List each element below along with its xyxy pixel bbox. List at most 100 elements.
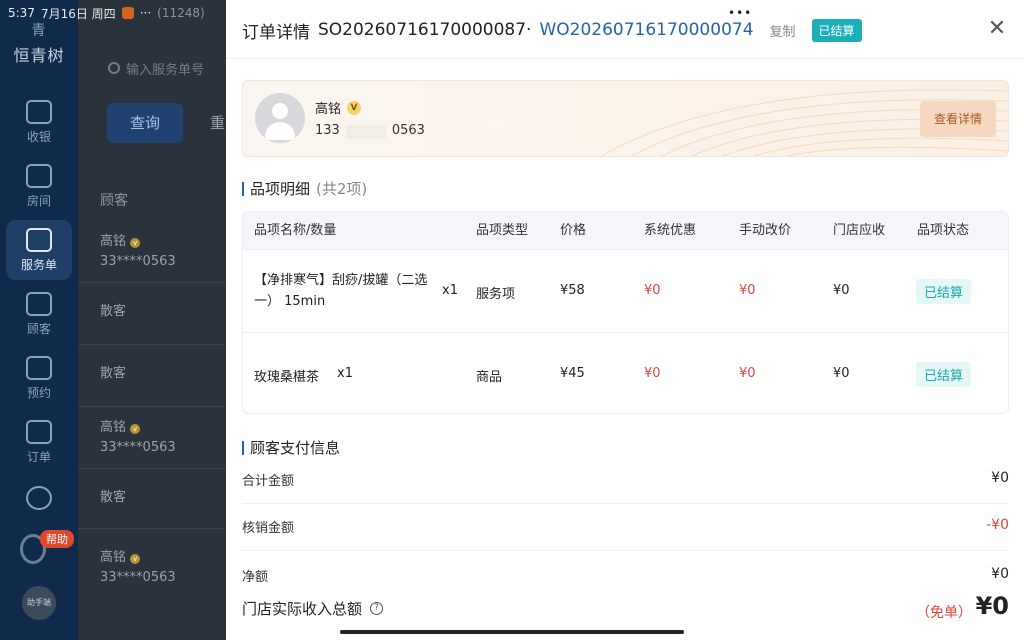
home-indicator[interactable] (340, 630, 684, 634)
calendar-icon (26, 355, 52, 380)
table-row[interactable]: 散客 (100, 302, 126, 322)
query-button[interactable]: 查询 (107, 103, 183, 143)
drawer-title: 订单详情 (242, 22, 310, 43)
item-status-badge: 已结算 (916, 362, 972, 387)
avatar-body (265, 122, 295, 140)
item-status-badge: 已结算 (916, 279, 972, 304)
wo-number-link[interactable]: WO20260716170000074 (539, 20, 753, 40)
row-phone: 33****0563 (100, 570, 176, 585)
vip-icon: v (130, 554, 141, 564)
col-header-name: 品项名称/数量 (254, 223, 337, 238)
items-section-title: 品项明细 (共2项) (242, 178, 367, 199)
total-income-text: 门店实际收入总额 (242, 600, 363, 618)
status-count: (11248) (157, 6, 205, 20)
payment-label: 核销金额 (242, 521, 295, 536)
vip-icon: v (130, 238, 141, 248)
drawer-header: 订单详情 SO20260716170000087 · WO202607161700… (242, 16, 862, 44)
avatar (255, 93, 305, 143)
avatar-head (272, 103, 288, 119)
close-icon[interactable]: ✕ (986, 18, 1008, 40)
sidebar-item-room[interactable]: 房间 (6, 156, 72, 216)
phone-prefix: 133 (315, 123, 340, 138)
row-phone: 33****0563 (100, 440, 176, 455)
row-name: 高铭 (100, 234, 127, 249)
item-type: 商品 (476, 370, 503, 385)
payment-row-writeoff: 核销金额 -¥0 (242, 505, 1009, 551)
question-icon[interactable]: ? (370, 602, 384, 615)
payment-section-title: 顾客支付信息 (242, 437, 340, 458)
item-qty: x1 (442, 283, 458, 298)
phone-mask (345, 125, 386, 139)
sidebar: 青 恒青树 收银 房间 服务单 顾客 预约 订单 帮助 助手端 (0, 0, 78, 640)
sidebar-item-appointment[interactable]: 预约 (6, 348, 72, 408)
brand-logo: 青 恒青树 (0, 20, 78, 66)
sidebar-item-staff[interactable] (6, 478, 72, 518)
row-divider (78, 282, 226, 283)
sidebar-item-service-order[interactable]: 服务单 (6, 220, 72, 280)
sidebar-item-label: 收银 (26, 129, 51, 144)
assistant-icon[interactable]: 助手端 (22, 586, 56, 620)
sidebar-item-label: 顾客 (26, 321, 51, 336)
phone-suffix: 0563 (391, 123, 425, 138)
table-header-customer: 顾客 (100, 193, 128, 209)
item-type: 服务项 (476, 287, 516, 302)
status-badge: 已结算 (811, 18, 862, 42)
items-table: 品项名称/数量 品项类型 价格 系统优惠 手动改价 门店应收 品项状态 【净排寒… (242, 211, 1009, 414)
row-name: 散客 (100, 304, 127, 319)
payment-label: 合计金额 (242, 474, 295, 489)
sidebar-item-order[interactable]: 订单 (6, 412, 72, 472)
row-divider (78, 406, 226, 407)
table-header: 品项名称/数量 品项类型 价格 系统优惠 手动改价 门店应收 品项状态 (243, 212, 1008, 249)
col-header-status: 品项状态 (917, 223, 970, 238)
total-income-label: 门店实际收入总额 ? (242, 598, 384, 619)
service-order-icon (26, 227, 52, 252)
row-name: 高铭 (100, 420, 127, 435)
row-name: 散客 (100, 366, 127, 381)
sidebar-item-customer[interactable]: 顾客 (6, 284, 72, 344)
number-separator: · (526, 20, 532, 40)
status-date: 7月16日 周四 (40, 6, 116, 21)
brand-name: 恒青树 (13, 46, 65, 65)
so-number: SO20260716170000087 (318, 20, 527, 40)
item-receivable: ¥0 (833, 283, 850, 298)
order-icon (26, 419, 52, 444)
table-row[interactable]: 散客 (100, 364, 126, 384)
customer-phone: 133 0563 (315, 123, 425, 139)
payment-value: ¥0 (991, 566, 1009, 582)
status-bar: 5:37 7月16日 周四 ··· (11248) (0, 0, 226, 26)
sidebar-item-cashier[interactable]: 收银 (6, 92, 72, 152)
cashier-icon (26, 99, 52, 124)
search-input[interactable]: 输入服务单号 (108, 50, 228, 86)
item-name: 玫瑰桑椹茶 (254, 370, 320, 385)
item-system-discount: ¥0 (644, 366, 661, 381)
item-system-discount: ¥0 (644, 283, 661, 298)
table-row[interactable]: 高铭 v 33****0563 (100, 232, 176, 272)
table-row[interactable]: 散客 (100, 488, 126, 508)
status-time: 5:37 (8, 6, 35, 20)
payment-value: ¥0 (991, 470, 1009, 486)
view-details-button[interactable]: 查看详情 (920, 101, 996, 137)
col-header-receivable: 门店应收 (833, 223, 886, 238)
sidebar-item-label: 预约 (26, 385, 51, 400)
row-divider (78, 468, 226, 469)
drawer-footer: 门店实际收入总额 ? （免单） ¥0 (226, 582, 1024, 640)
item-receivable: ¥0 (833, 366, 850, 381)
col-header-system-discount: 系统优惠 (644, 223, 697, 238)
table-row[interactable]: 高铭 v 33****0563 (100, 548, 176, 588)
table-row[interactable]: 高铭 v 33****0563 (100, 418, 176, 458)
help-badge[interactable]: 帮助 (40, 530, 74, 548)
copy-button[interactable]: 复制 (770, 21, 796, 40)
vip-icon: v (130, 424, 141, 434)
staff-icon (26, 486, 52, 510)
section-accent-bar (242, 181, 244, 196)
payment-row-total: 合计金额 ¥0 (242, 458, 1009, 504)
customer-name-row: 高铭 V (315, 98, 362, 117)
total-income-value: ¥0 (975, 592, 1009, 620)
app-notification-icon (121, 7, 134, 19)
free-order-tag: （免单） (916, 605, 972, 621)
section-title-text: 顾客支付信息 (250, 439, 341, 457)
item-manual-change: ¥0 (739, 366, 756, 381)
item-count: (共2项) (316, 180, 368, 198)
search-placeholder: 输入服务单号 (126, 62, 205, 78)
row-divider (78, 344, 226, 345)
